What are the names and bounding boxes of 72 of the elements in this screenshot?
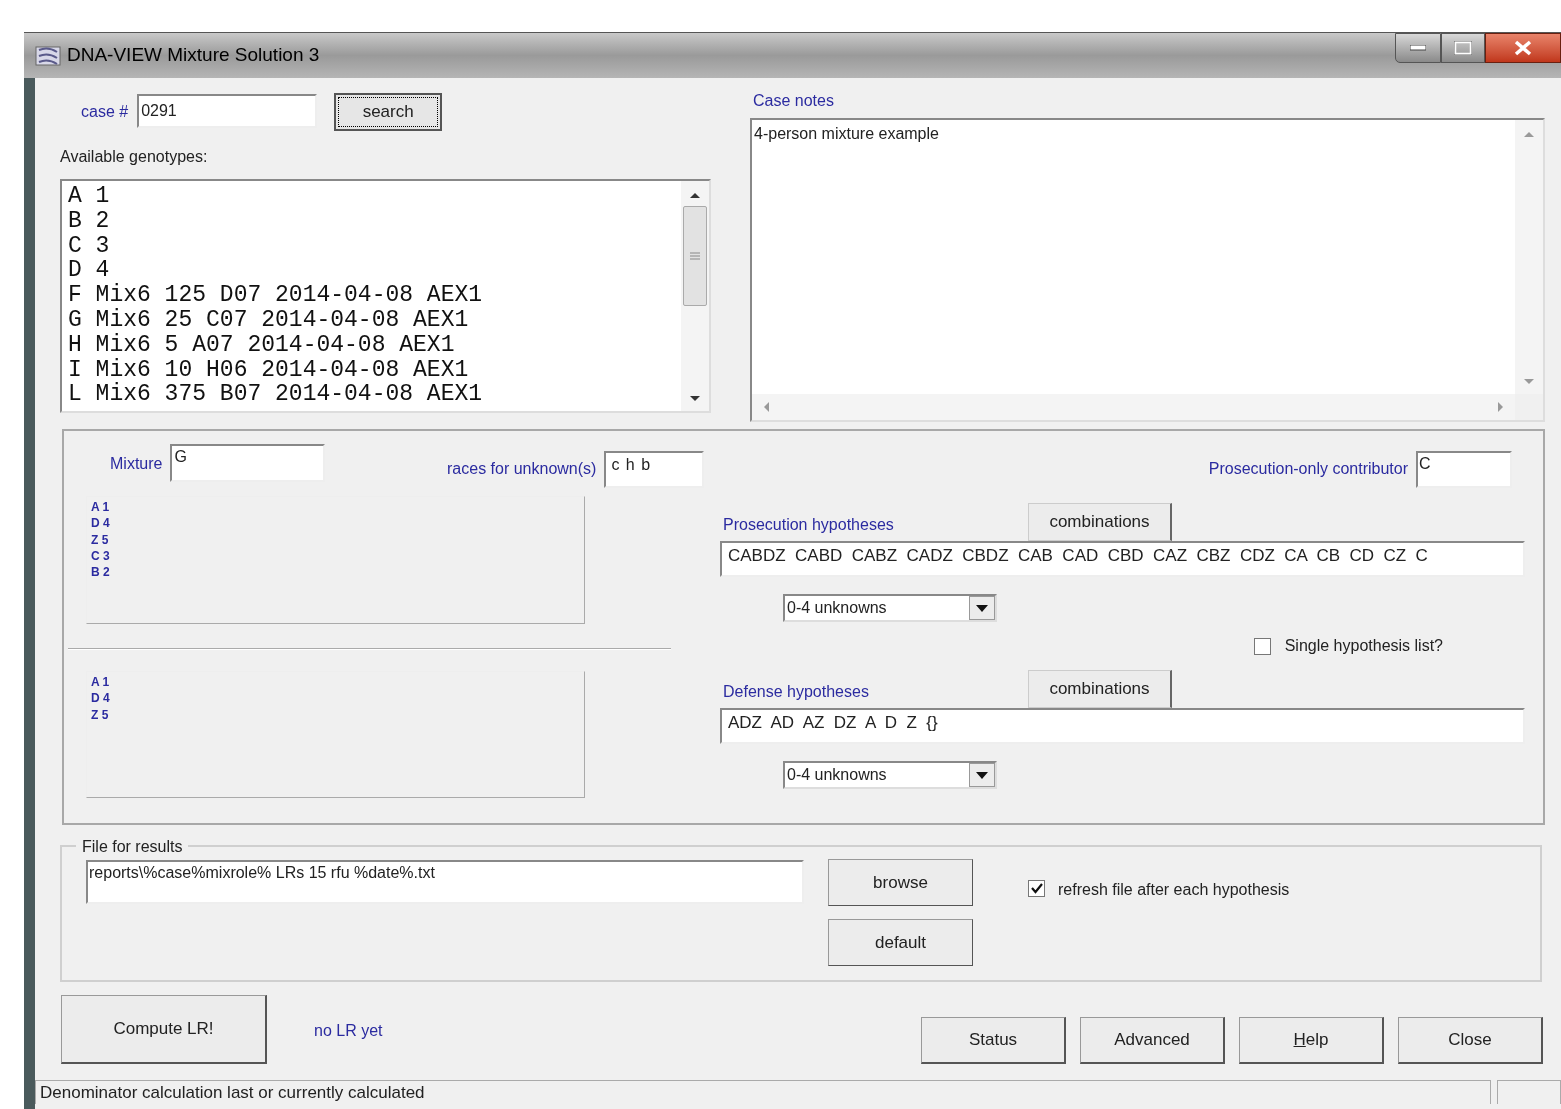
checkbox[interactable] — [1028, 880, 1045, 897]
unknowns-dropdown[interactable]: 0-4 unknowns — [783, 761, 997, 789]
list-item[interactable]: F Mix6 125 D07 2014-04-08 AEX1 — [68, 283, 681, 308]
case-input[interactable]: 0291 — [137, 94, 318, 128]
compute-button[interactable]: Compute LR! — [61, 995, 267, 1064]
races-input[interactable]: c h b — [604, 451, 705, 488]
contributor-text: A 1 — [91, 674, 110, 691]
app-icon — [35, 43, 61, 68]
dialog-button[interactable]: Help — [1239, 1017, 1384, 1064]
checkbox[interactable] — [1253, 637, 1271, 655]
genotypes-label: Available genotypes: — [60, 147, 209, 167]
mixture-label: Mixture — [110, 454, 163, 474]
status-bar-pane — [1497, 1080, 1561, 1104]
results-file-input[interactable]: reports\%case%mixrole% LRs 15 rfu %date%.txt — [86, 860, 804, 904]
dialog-button[interactable]: Status — [921, 1017, 1066, 1064]
checkbox-label: refresh file after each hypothesis — [1058, 880, 1290, 900]
prosecution-only-label: Prosecution-only contributor — [1208, 459, 1408, 479]
list-item[interactable]: B 2 — [68, 208, 681, 234]
combinations-button[interactable]: combinations — [1028, 670, 1172, 708]
window-title: DNA-VIEW Mixture Solution 3 — [67, 43, 320, 68]
contributor-text: D 4 — [91, 515, 110, 532]
search-button[interactable]: search — [334, 93, 443, 131]
list-item[interactable]: L Mix6 375 B07 2014-04-08 AEX1 — [68, 382, 681, 408]
minimize-icon — [1410, 45, 1426, 51]
contributor-text: Z 5 — [91, 531, 109, 548]
list-item[interactable]: D 4 — [68, 258, 681, 284]
list-item[interactable]: C 3 — [68, 233, 681, 259]
result-text: no LR yet — [314, 1021, 383, 1041]
case-notes-label: Case notes — [753, 91, 835, 111]
case-notes-field[interactable]: 4-person mixture example — [750, 118, 1545, 422]
status-text: Denominator calculation last or currently calculated — [40, 1083, 425, 1102]
genotype-list[interactable]: A 1 B 2 C 3 D 4 F Mix6 125 D07 2014-04-08 AEX1 G Mix6 25 C07 2014-04-08 AEX1 H Mix6 5 A07 2014-04-08 AEX1 I Mix6 10 H06 2014-04-08 AEX1 L Mix6 375 B07 2014-04-08 AEX1 — [60, 179, 711, 413]
combinations-button[interactable]: combinations — [1028, 503, 1172, 541]
list-item[interactable]: A 1 — [68, 184, 681, 209]
contributor-text: D 4 — [91, 690, 110, 707]
scroll-right-icon[interactable] — [1497, 401, 1505, 413]
scrollbar-corner — [1515, 394, 1543, 420]
races-label: races for unknown(s) — [447, 459, 597, 479]
unknowns-dropdown[interactable]: 0-4 unknowns — [783, 594, 997, 622]
hypotheses-label: Prosecution hypotheses — [723, 515, 895, 535]
list-item[interactable]: I Mix6 10 H06 2014-04-08 AEX1 — [68, 357, 681, 383]
minimize-button[interactable] — [1395, 33, 1441, 63]
scroll-left-icon[interactable] — [762, 401, 770, 413]
default-button[interactable]: default — [828, 919, 973, 966]
contributor-text: A 1 — [91, 499, 110, 516]
hypotheses-input[interactable]: ADZ AD AZ DZ A D Z {} — [720, 708, 1525, 744]
dialog-button[interactable]: Advanced — [1080, 1017, 1225, 1064]
case-label: case # — [81, 102, 129, 122]
dropdown-arrow-icon — [976, 604, 988, 612]
close-button[interactable] — [1485, 33, 1561, 63]
hypotheses-label: Defense hypotheses — [723, 682, 870, 702]
dialog-button[interactable]: Close — [1398, 1017, 1543, 1064]
hypotheses-input[interactable]: CABDZ CABD CABZ CADZ CBDZ CAB CAD CBD CAZ CBZ CDZ CA CB CD CZ C — [720, 541, 1525, 577]
scroll-down-icon[interactable] — [689, 395, 701, 403]
scroll-thumb[interactable] — [683, 206, 707, 306]
dropdown-arrow-icon — [976, 771, 988, 779]
close-icon — [1513, 40, 1533, 56]
list-item[interactable]: G Mix6 25 C07 2014-04-08 AEX1 — [68, 308, 681, 333]
contributor-text: C 3 — [91, 547, 110, 565]
maximize-button[interactable] — [1441, 33, 1485, 63]
maximize-icon — [1454, 41, 1472, 55]
scroll-up-icon[interactable] — [689, 191, 701, 199]
case-notes-text: 4-person mixture example — [753, 124, 940, 144]
prosecution-only-input[interactable]: C — [1416, 451, 1512, 488]
browse-button[interactable]: browse — [828, 859, 973, 906]
contributor-text: B 2 — [91, 564, 110, 581]
mixture-input[interactable]: G — [170, 444, 326, 482]
contributor-text: Z 5 — [91, 706, 109, 723]
checkbox-label: Single hypothesis list? — [1284, 636, 1443, 656]
check-icon — [1030, 883, 1043, 894]
scrollbar[interactable] — [681, 181, 709, 411]
list-item[interactable]: H Mix6 5 A07 2014-04-08 AEX1 — [68, 332, 681, 358]
